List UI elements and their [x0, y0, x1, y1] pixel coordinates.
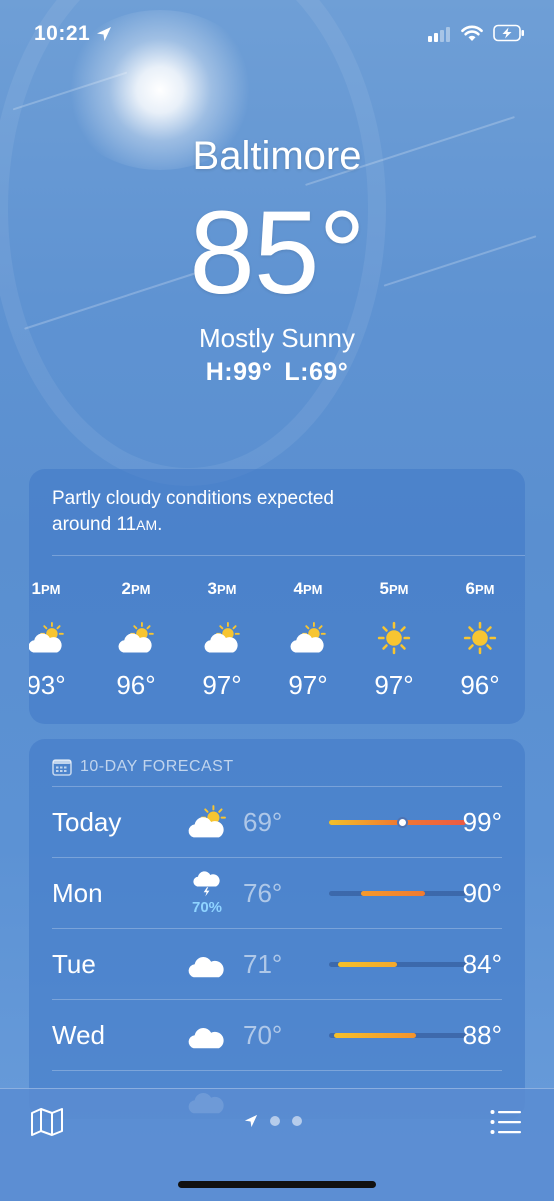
day-label: Mon — [52, 878, 103, 908]
temperature-range-bar — [329, 891, 466, 896]
day-label: Wed — [52, 1020, 105, 1050]
hour-ampm: PM — [130, 582, 151, 597]
daily-row[interactable]: Wed 70° 88° — [52, 999, 502, 1071]
low-temperature: 71° — [243, 949, 283, 979]
page-dot[interactable] — [292, 1116, 302, 1126]
hour-ampm: PM — [216, 582, 237, 597]
low-temperature: 76° — [243, 878, 283, 908]
cloud-icon — [182, 1012, 232, 1058]
high-low: H:99° L:69° — [0, 356, 554, 388]
low-temperature: 69° — [243, 807, 283, 837]
hour-label: 3PM — [187, 577, 257, 602]
day-label: Tue — [52, 949, 96, 979]
current-temperature: 85° — [189, 187, 365, 319]
thunderstorm-icon: 70% — [182, 870, 232, 916]
hour-number: 2 — [121, 579, 131, 598]
location-arrow-icon — [97, 27, 111, 41]
temperature-range-bar — [329, 817, 466, 828]
low-temperature: 70° — [243, 1020, 283, 1050]
summary-line-1: Partly cloudy conditions expected — [52, 488, 334, 509]
cellular-signal-icon — [428, 26, 450, 42]
summary-line-2: around 11 — [52, 514, 137, 535]
partly-cloudy-icon — [101, 618, 171, 658]
hour-temperature: 96° — [460, 670, 500, 700]
hour-ampm: PM — [388, 582, 409, 597]
hour-temperature: 97° — [374, 670, 414, 700]
hour-label: 1PM — [29, 577, 81, 602]
map-icon[interactable] — [30, 1107, 64, 1137]
day-label: Today — [52, 807, 122, 837]
divider — [52, 555, 525, 556]
daily-row[interactable]: Tue 71° 84° — [52, 928, 502, 1000]
hour-label: 5PM — [359, 577, 429, 602]
sun-icon — [359, 618, 429, 658]
sun-icon — [445, 618, 515, 658]
hour-label: 4PM — [273, 577, 343, 602]
current-temp-dot — [396, 817, 408, 828]
hour-number: 1 — [31, 579, 41, 598]
hourly-summary: Partly cloudy conditions expected around… — [52, 486, 492, 538]
partly-cloudy-icon — [273, 618, 343, 658]
hourly-item: 4PM 97° — [273, 577, 343, 702]
high-temperature: 99° — [462, 807, 502, 837]
ten-day-header: 10-DAY FORECAST — [52, 757, 234, 777]
hour-number: 3 — [207, 579, 217, 598]
daily-row[interactable]: Mon 70% 76° 90° — [52, 857, 502, 929]
temperature-range-bar — [329, 1033, 466, 1038]
high-temperature: 90° — [462, 878, 502, 908]
hour-label: 2PM — [101, 577, 171, 602]
partly-cloudy-icon — [187, 618, 257, 658]
hourly-forecast-card[interactable]: Partly cloudy conditions expected around… — [29, 469, 525, 724]
hour-label: 6PM — [445, 577, 515, 602]
hour-number: 4 — [293, 579, 303, 598]
hourly-item: 6PM 96° — [445, 577, 515, 702]
hour-temperature: 97° — [202, 670, 242, 700]
hour-ampm: PM — [40, 582, 61, 597]
hourly-item: 5PM 97° — [359, 577, 429, 702]
hour-ampm: PM — [474, 582, 495, 597]
temperature-range-fill — [333, 1033, 416, 1038]
hourly-item: 2PM 96° — [101, 577, 171, 702]
hourly-item: 1PM 93° — [29, 577, 81, 702]
hour-temperature: 97° — [288, 670, 328, 700]
precip-chance: 70% — [191, 899, 223, 916]
wifi-icon — [461, 25, 483, 41]
calendar-icon — [52, 759, 72, 776]
hour-ampm: PM — [302, 582, 323, 597]
daily-row[interactable]: Today 69° 99° — [52, 786, 502, 858]
city-name: Baltimore — [192, 134, 362, 178]
partly-cloudy-icon — [29, 618, 81, 658]
condition-text: Mostly Sunny — [198, 323, 356, 353]
temperature-range-fill — [338, 962, 398, 967]
summary-end: . — [157, 514, 163, 535]
cloud-icon — [182, 941, 232, 987]
location-arrow-icon[interactable] — [244, 1114, 258, 1128]
low-temperature: L:69° — [284, 358, 349, 386]
home-indicator[interactable] — [178, 1181, 376, 1188]
high-temperature: H:99° — [205, 358, 273, 386]
partly-cloudy-icon — [182, 799, 232, 845]
high-temperature: 88° — [462, 1020, 502, 1050]
temperature-range-fill — [361, 891, 425, 896]
hourly-item: 3PM 97° — [187, 577, 257, 702]
list-icon[interactable] — [490, 1109, 522, 1135]
hour-temperature: 96° — [116, 670, 156, 700]
status-bar: 10:21 — [0, 0, 554, 64]
hour-temperature: 93° — [29, 670, 66, 700]
hour-number: 6 — [465, 579, 475, 598]
ten-day-forecast-card[interactable]: 10-DAY FORECAST Today 69° 99° Mon 70% 76° 90° T… — [29, 739, 525, 1119]
high-temperature: 84° — [462, 949, 502, 979]
page-dot[interactable] — [270, 1116, 280, 1126]
current-conditions: Baltimore 85° Mostly Sunny H:99° L:69° — [0, 130, 554, 388]
temperature-range-bar — [329, 962, 466, 967]
battery-charging-icon — [493, 24, 524, 42]
page-indicator[interactable] — [244, 1114, 302, 1128]
summary-ampm: AM — [136, 517, 158, 533]
ten-day-title: 10-DAY FORECAST — [80, 758, 234, 775]
status-time: 10:21 — [34, 22, 91, 45]
hour-number: 5 — [379, 579, 389, 598]
